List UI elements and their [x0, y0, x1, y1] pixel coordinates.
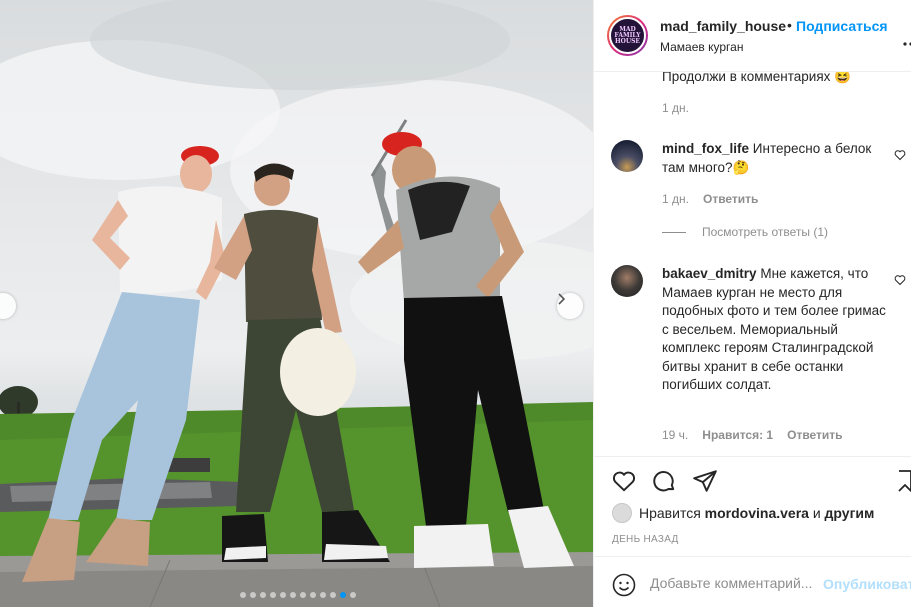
- carousel-dot: [300, 592, 306, 598]
- carousel-dot: [310, 592, 316, 598]
- carousel-dot: [340, 592, 346, 598]
- carousel-next-button[interactable]: [557, 293, 583, 319]
- likes-others[interactable]: другим: [825, 505, 875, 521]
- commenter-avatar[interactable]: [611, 140, 643, 172]
- carousel-dot: [290, 592, 296, 598]
- header-separator: •: [787, 17, 792, 33]
- caption-text: Продолжи в комментариях 😆: [662, 72, 851, 84]
- post-photo[interactable]: [0, 0, 593, 607]
- bookmark-icon[interactable]: [896, 468, 911, 494]
- publish-button[interactable]: Опубликовать: [823, 576, 911, 592]
- comment-item: bakaev_dmitry Мне кажется, что Мамаев ку…: [662, 265, 888, 395]
- reply-button[interactable]: Ответить: [703, 192, 758, 206]
- post-date[interactable]: ДЕНЬ НАЗАД: [612, 534, 679, 545]
- photo-illustration: [0, 0, 593, 607]
- author-avatar[interactable]: MAD FAMILY HOUSE: [607, 15, 648, 56]
- likes-conj: и: [812, 505, 821, 521]
- comment-form: Опубликовать: [594, 556, 911, 607]
- comment-time[interactable]: 19 ч.: [662, 428, 688, 442]
- comment-input[interactable]: [650, 573, 818, 593]
- comment-username[interactable]: bakaev_dmitry: [662, 266, 757, 281]
- likes-prefix: Нравится: [639, 505, 701, 521]
- commenter-avatar[interactable]: [611, 265, 643, 297]
- carousel-dot: [240, 592, 246, 598]
- comments-list: Продолжи в комментариях 😆 1 дн. mind_fox…: [594, 72, 911, 456]
- comment-username[interactable]: mind_fox_life: [662, 141, 749, 156]
- post-location[interactable]: Мамаев курган: [660, 40, 743, 54]
- view-replies-label: Посмотреть ответы (1): [702, 225, 829, 239]
- caption-time[interactable]: 1 дн.: [662, 101, 689, 115]
- carousel-dot: [280, 592, 286, 598]
- carousel-dot: [330, 592, 336, 598]
- comment-meta: 19 ч. Нравится: 1 Ответить: [662, 428, 843, 442]
- liker-username[interactable]: mordovina.vera: [705, 505, 809, 521]
- carousel-dot: [270, 592, 276, 598]
- comment-time[interactable]: 1 дн.: [662, 192, 689, 206]
- emoji-icon[interactable]: [612, 573, 636, 597]
- carousel-dot: [250, 592, 256, 598]
- share-icon[interactable]: [692, 468, 718, 494]
- like-comment-heart-icon[interactable]: [894, 274, 906, 286]
- post-actions: Нравится mordovina.vera и другим ДЕНЬ НА…: [594, 456, 911, 556]
- view-replies-button[interactable]: Посмотреть ответы (1): [662, 225, 828, 239]
- follow-button[interactable]: Подписаться: [796, 18, 888, 34]
- like-comment-heart-icon[interactable]: [894, 149, 906, 161]
- post-side-panel: MAD FAMILY HOUSE mad_family_house • Подпис…: [593, 0, 911, 607]
- heart-icon[interactable]: [611, 468, 637, 494]
- comment-icon[interactable]: [651, 468, 677, 494]
- comment-meta: 1 дн. Ответить: [662, 192, 758, 206]
- reply-button[interactable]: Ответить: [787, 428, 842, 442]
- comment-likes[interactable]: Нравится: 1: [702, 428, 773, 442]
- post-header: MAD FAMILY HOUSE mad_family_house • Подпис…: [594, 0, 911, 72]
- carousel-dot: [320, 592, 326, 598]
- likes-summary[interactable]: Нравится mordovina.vera и другим: [612, 503, 874, 523]
- author-avatar-logo: MAD FAMILY HOUSE: [609, 17, 646, 54]
- carousel-dot: [260, 592, 266, 598]
- carousel-dot: [350, 592, 356, 598]
- liker-avatar: [612, 503, 632, 523]
- comment-item: mind_fox_life Интересно а белок там мног…: [662, 140, 888, 177]
- replies-divider: [662, 231, 686, 233]
- carousel-indicator: [240, 592, 356, 598]
- author-username[interactable]: mad_family_house: [660, 18, 786, 34]
- more-icon[interactable]: [903, 34, 911, 46]
- comment-text: Мне кажется, что Мамаев курган не место …: [662, 266, 886, 392]
